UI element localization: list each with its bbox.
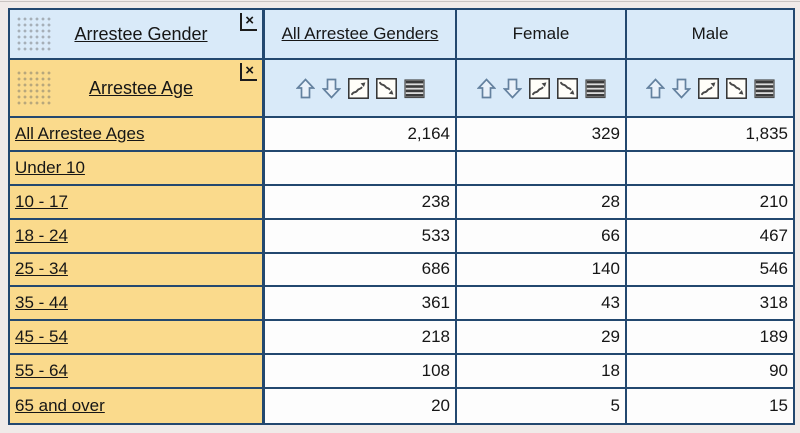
data-cell: 20 xyxy=(265,389,457,423)
data-cell: 108 xyxy=(265,355,457,389)
list-icon[interactable] xyxy=(585,78,606,99)
data-cell xyxy=(627,152,793,186)
data-cell: 66 xyxy=(457,220,627,254)
data-cell: 210 xyxy=(627,186,793,220)
sort-ascending-icon[interactable] xyxy=(348,78,369,99)
sort-descending-icon[interactable] xyxy=(726,78,747,99)
drag-handle-icon[interactable] xyxy=(16,16,52,52)
row-header-link[interactable]: 25 - 34 xyxy=(15,259,68,279)
pivot-table: Arrestee Gender × All Arrestee Genders F… xyxy=(8,8,795,425)
sort-descending-icon[interactable] xyxy=(376,78,397,99)
remove-field-icon[interactable]: × xyxy=(240,13,257,31)
column-header-label[interactable]: All Arrestee Genders xyxy=(282,24,439,44)
data-cell: 329 xyxy=(457,118,627,152)
move-down-icon[interactable] xyxy=(503,78,522,99)
move-up-icon[interactable] xyxy=(296,78,315,99)
move-up-icon[interactable] xyxy=(477,78,496,99)
row-header: 10 - 17 xyxy=(10,186,265,220)
data-cell: 533 xyxy=(265,220,457,254)
column-dimension-label[interactable]: Arrestee Gender xyxy=(74,24,207,45)
data-cell: 15 xyxy=(627,389,793,423)
column-toolbar-male xyxy=(627,60,793,118)
row-header-link[interactable]: All Arrestee Ages xyxy=(15,124,144,144)
top-edge-line xyxy=(0,1,800,2)
row-header-link[interactable]: 18 - 24 xyxy=(15,226,68,246)
row-header: 55 - 64 xyxy=(10,355,265,389)
data-cell: 43 xyxy=(457,287,627,321)
data-cell: 686 xyxy=(265,254,457,288)
row-header-link[interactable]: 65 and over xyxy=(15,396,105,416)
data-cell: 1,835 xyxy=(627,118,793,152)
sort-descending-icon[interactable] xyxy=(557,78,578,99)
row-header: 45 - 54 xyxy=(10,321,265,355)
remove-field-icon[interactable]: × xyxy=(240,63,257,81)
data-cell: 238 xyxy=(265,186,457,220)
move-down-icon[interactable] xyxy=(322,78,341,99)
data-cell: 546 xyxy=(627,254,793,288)
row-header: 35 - 44 xyxy=(10,287,265,321)
row-dimension-cell: Arrestee Age × xyxy=(10,60,265,118)
row-header-link[interactable]: 45 - 54 xyxy=(15,327,68,347)
list-icon[interactable] xyxy=(404,78,425,99)
row-header-link[interactable]: Under 10 xyxy=(15,158,85,178)
data-cell: 18 xyxy=(457,355,627,389)
move-down-icon[interactable] xyxy=(672,78,691,99)
row-header-link[interactable]: 55 - 64 xyxy=(15,361,68,381)
data-cell: 318 xyxy=(627,287,793,321)
column-header-label: Male xyxy=(692,24,729,44)
data-cell: 90 xyxy=(627,355,793,389)
column-toolbar-all-genders xyxy=(265,60,457,118)
column-dimension-cell: Arrestee Gender × xyxy=(10,10,265,60)
data-cell: 361 xyxy=(265,287,457,321)
data-cell: 2,164 xyxy=(265,118,457,152)
row-header: 25 - 34 xyxy=(10,254,265,288)
data-cell: 29 xyxy=(457,321,627,355)
sort-ascending-icon[interactable] xyxy=(529,78,550,99)
column-header-female: Female xyxy=(457,10,627,60)
column-header-label: Female xyxy=(513,24,570,44)
column-header-all-genders: All Arrestee Genders xyxy=(265,10,457,60)
column-header-male: Male xyxy=(627,10,793,60)
pivot-table-page: Arrestee Gender × All Arrestee Genders F… xyxy=(0,0,800,433)
data-cell: 140 xyxy=(457,254,627,288)
drag-handle-icon[interactable] xyxy=(16,70,52,106)
data-cell: 218 xyxy=(265,321,457,355)
row-header: All Arrestee Ages xyxy=(10,118,265,152)
row-header: 18 - 24 xyxy=(10,220,265,254)
data-cell: 5 xyxy=(457,389,627,423)
data-cell: 28 xyxy=(457,186,627,220)
column-toolbar-female xyxy=(457,60,627,118)
row-dimension-label[interactable]: Arrestee Age xyxy=(89,78,193,99)
sort-ascending-icon[interactable] xyxy=(698,78,719,99)
move-up-icon[interactable] xyxy=(646,78,665,99)
row-header-link[interactable]: 35 - 44 xyxy=(15,293,68,313)
data-cell: 189 xyxy=(627,321,793,355)
data-cell xyxy=(457,152,627,186)
data-cell: 467 xyxy=(627,220,793,254)
list-icon[interactable] xyxy=(754,78,775,99)
row-header-link[interactable]: 10 - 17 xyxy=(15,192,68,212)
row-header: Under 10 xyxy=(10,152,265,186)
row-header: 65 and over xyxy=(10,389,265,423)
data-cell xyxy=(265,152,457,186)
